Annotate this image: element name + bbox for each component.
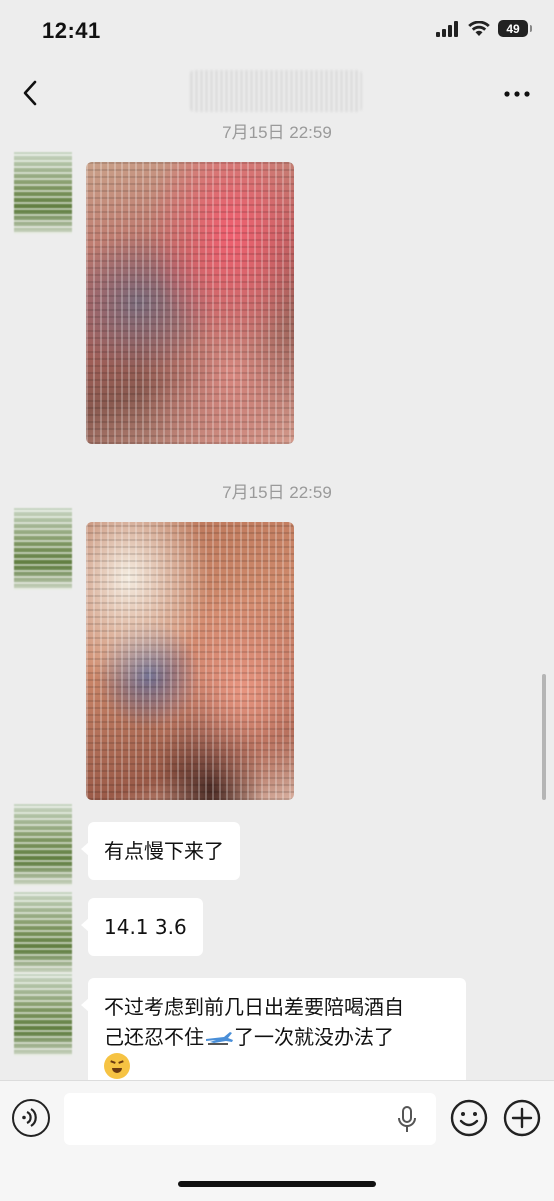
message-text: 14.1 3.6 (104, 915, 187, 939)
emoji-icon[interactable] (450, 1099, 488, 1137)
contact-avatar[interactable] (14, 804, 72, 886)
battery-level: 49 (506, 21, 520, 36)
mic-icon[interactable] (394, 1105, 420, 1135)
home-indicator[interactable] (178, 1181, 376, 1187)
status-bar: 12:41 49 (0, 0, 554, 62)
airplane-sticker (206, 1032, 233, 1045)
battery-icon: 49 (498, 20, 532, 37)
scrollbar[interactable] (542, 674, 546, 800)
message-timestamp: 7月15日 22:59 (222, 483, 332, 502)
chat-header (0, 62, 554, 124)
message-text-line2b: 了一次就没办法了 (234, 1025, 394, 1049)
contact-avatar[interactable] (14, 974, 72, 1056)
message-text-line1: 不过考虑到前几日出差要陪喝酒自 (104, 995, 404, 1019)
message-timestamp: 7月15日 22:59 (222, 124, 332, 142)
pouting-face-emoji (104, 1053, 130, 1079)
text-message-bubble[interactable]: 有点慢下来了 (81, 822, 240, 880)
back-icon[interactable] (16, 76, 46, 110)
contact-avatar[interactable] (14, 152, 72, 234)
message-input[interactable] (64, 1093, 436, 1145)
message-text-line2a: 己还忍不住 (104, 1025, 204, 1049)
contact-avatar[interactable] (14, 508, 72, 590)
plus-icon[interactable] (503, 1099, 541, 1137)
chat-title-blurred (190, 70, 362, 112)
voice-icon[interactable] (12, 1099, 50, 1137)
image-message[interactable] (86, 162, 294, 444)
wifi-icon (468, 20, 490, 36)
signal-icon (436, 20, 458, 37)
image-message[interactable] (86, 522, 294, 800)
status-indicators: 49 (436, 20, 532, 37)
text-message-bubble[interactable]: 不过考虑到前几日出差要陪喝酒自 己还忍不住 了一次就没办法了 (81, 978, 466, 1080)
text-message-bubble[interactable]: 14.1 3.6 (81, 898, 203, 956)
more-icon[interactable] (502, 84, 532, 104)
chat-message-list[interactable]: 7月15日 22:59 7月15日 22:59 有点慢下来了 14.1 3.6 … (0, 124, 554, 1080)
status-time: 12:41 (42, 18, 101, 43)
message-text: 有点慢下来了 (104, 839, 224, 863)
contact-avatar[interactable] (14, 892, 72, 974)
